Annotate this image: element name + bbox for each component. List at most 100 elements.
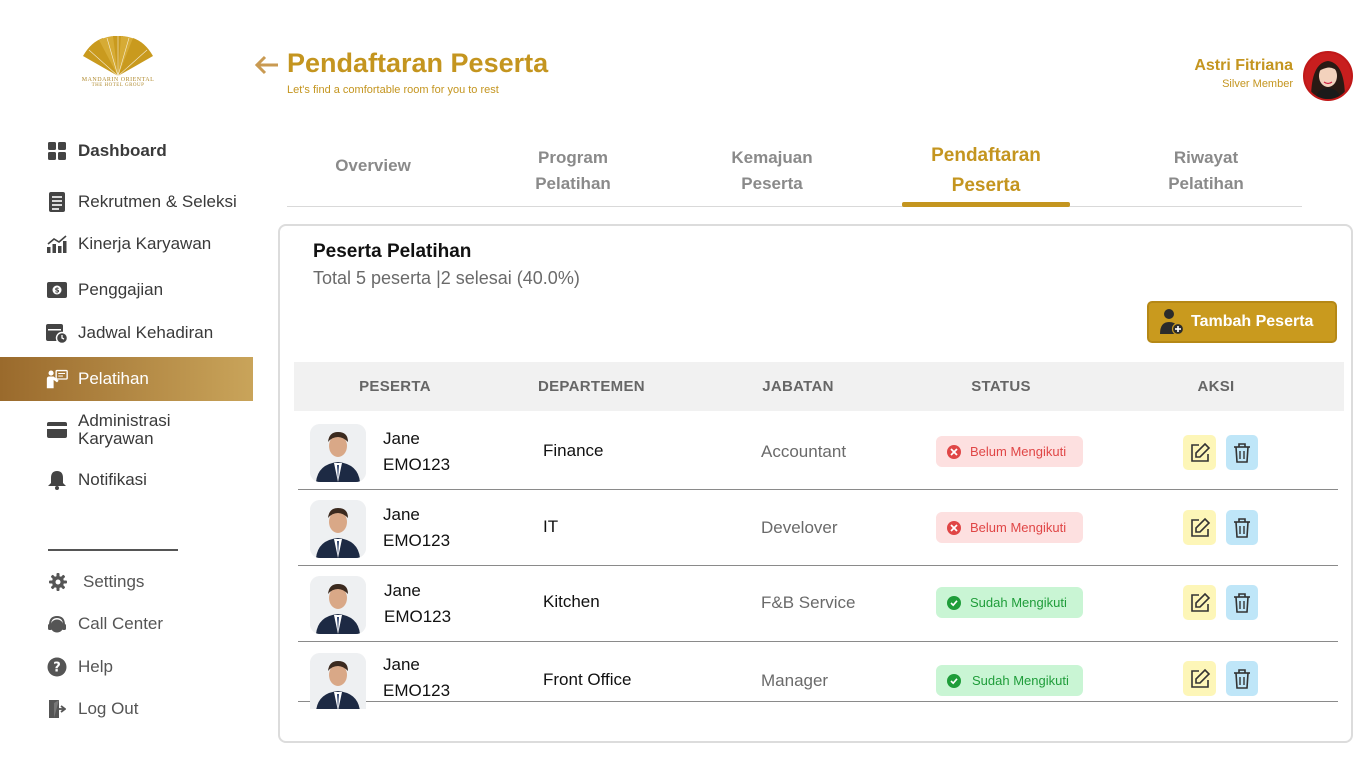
edit-button[interactable] (1183, 661, 1216, 696)
sidebar-item-label: Dashboard (78, 141, 167, 160)
trash-icon (1234, 592, 1250, 613)
fan-logo-icon (83, 36, 153, 76)
tab-overview[interactable]: Overview (309, 153, 437, 179)
delete-button[interactable] (1226, 435, 1258, 470)
add-participant-button[interactable]: Tambah Peserta (1147, 301, 1337, 343)
tab-label: Pendaftaran (931, 145, 1041, 166)
sidebar-item-call-center[interactable]: Call Center (0, 612, 253, 636)
tab-label: Pelatihan (1168, 174, 1244, 193)
sidebar-item-label: Call Center (78, 614, 164, 633)
gear-icon (47, 571, 69, 593)
participant-name: Jane EMO123 (383, 426, 450, 478)
calendar-clock-icon (46, 322, 68, 344)
participant-position: F&B Service (761, 593, 856, 612)
tab-label: Riwayat (1173, 148, 1239, 167)
sidebar-item-jadwal[interactable]: Jadwal Kehadiran (0, 321, 253, 345)
participant-id: EMO123 (383, 455, 451, 474)
tab-label: Program (538, 148, 608, 167)
sidebar-item-label: Notifikasi (78, 470, 147, 489)
delete-button[interactable] (1226, 661, 1258, 696)
edit-icon (1190, 668, 1210, 688)
tab-kemajuan-peserta[interactable]: Kemajuan Peserta (707, 145, 837, 197)
sidebar-item-label: Help (78, 657, 113, 676)
payroll-icon: $ (46, 279, 68, 301)
sidebar-item-rekrutmen[interactable]: Rekrutmen & Seleksi (0, 190, 253, 214)
participant-name: Jane EMO123 (383, 652, 450, 704)
headset-icon (46, 613, 68, 635)
status-badge: Sudah Mengikuti (936, 665, 1083, 696)
logout-icon (46, 698, 68, 720)
sidebar-item-label: Penggajian (78, 280, 164, 299)
tab-label: Pelatihan (535, 174, 611, 193)
participant-photo (310, 576, 366, 634)
status-badge: Sudah Mengikuti (936, 587, 1083, 618)
sidebar-item-notifikasi[interactable]: Notifikasi (0, 468, 253, 492)
page-subtitle: Let's find a comfortable room for you to… (287, 84, 499, 96)
tab-label: Peserta (951, 175, 1021, 196)
user-avatar[interactable] (1303, 51, 1353, 101)
chart-icon (46, 233, 68, 255)
bell-icon (46, 469, 68, 491)
sidebar-item-label: Settings (83, 572, 145, 591)
sidebar-item-label: Administrasi Karyawan (78, 411, 171, 448)
sidebar-item-penggajian[interactable]: $ Penggajian (0, 278, 253, 302)
participant-name: Jane EMO123 (383, 502, 450, 554)
edit-button[interactable] (1183, 435, 1216, 470)
column-header-departemen: DEPARTEMEN (538, 378, 645, 395)
dashboard-icon (46, 140, 68, 162)
column-header-jabatan: JABATAN (762, 378, 834, 395)
delete-button[interactable] (1226, 510, 1258, 545)
participant-first-name: Jane (383, 505, 420, 524)
back-arrow-icon[interactable] (253, 52, 281, 76)
sidebar-item-help[interactable]: ? Help (0, 655, 253, 679)
sidebar-divider (48, 549, 178, 551)
svg-text:?: ? (53, 661, 61, 676)
tab-riwayat-pelatihan[interactable]: Riwayat Pelatihan (1139, 145, 1273, 197)
status-text: Sudah Mengikuti (970, 595, 1067, 610)
check-circle-icon (947, 595, 961, 610)
trash-icon (1234, 442, 1250, 463)
check-circle-icon (947, 673, 961, 688)
tab-program-pelatihan[interactable]: Program Pelatihan (507, 145, 639, 197)
sidebar-item-pelatihan[interactable]: Pelatihan (0, 357, 253, 401)
close-circle-icon (947, 444, 961, 459)
brand-logo: MANDARIN ORIENTAL THE HOTEL GROUP (78, 36, 158, 98)
brand-tagline: THE HOTEL GROUP (91, 83, 145, 88)
delete-button[interactable] (1226, 585, 1258, 620)
edit-button[interactable] (1183, 585, 1216, 620)
add-participant-label: Tambah Peserta (1191, 313, 1314, 330)
svg-text:$: $ (55, 287, 60, 295)
sidebar-item-kinerja[interactable]: Kinerja Karyawan (0, 232, 253, 256)
sidebar-item-administrasi[interactable]: Administrasi Karyawan (0, 411, 253, 449)
table-row: Jane EMO123 IT Develover Belum Mengikuti (298, 490, 1338, 566)
participant-first-name: Jane (384, 581, 421, 600)
participant-photo (310, 500, 366, 558)
participant-first-name: Jane (383, 655, 420, 674)
card-summary: Total 5 peserta |2 selesai (40.0%) (313, 268, 580, 288)
card-title: Peserta Pelatihan (313, 241, 472, 262)
tab-pendaftaran-peserta[interactable]: Pendaftaran Peserta (902, 141, 1070, 201)
table-row: Jane EMO123 Front Office Manager Sudah M… (298, 643, 1338, 709)
participant-photo (310, 424, 366, 482)
participant-id: EMO123 (384, 607, 452, 626)
help-icon: ? (46, 656, 68, 678)
active-tab-indicator (902, 202, 1070, 207)
sidebar-item-label: Jadwal Kehadiran (78, 323, 214, 342)
sidebar-item-dashboard[interactable]: Dashboard (0, 139, 253, 163)
user-tier: Silver Member (1222, 78, 1293, 90)
status-text: Sudah Mengikuti (972, 673, 1069, 688)
participant-position: Develover (761, 518, 838, 537)
sidebar-item-logout[interactable]: Log Out (0, 697, 253, 721)
participant-department: Front Office (543, 670, 632, 689)
sidebar-item-settings[interactable]: Settings (0, 570, 253, 594)
card-icon (46, 419, 68, 441)
participant-photo (310, 653, 366, 709)
page-title: Pendaftaran Peserta (287, 48, 549, 78)
add-user-icon (1159, 308, 1185, 336)
sidebar-item-label: Log Out (78, 699, 139, 718)
edit-button[interactable] (1183, 510, 1216, 545)
edit-icon (1190, 517, 1210, 537)
participant-department: Kitchen (543, 592, 600, 611)
trash-icon (1234, 517, 1250, 538)
table-header: PESERTA DEPARTEMEN JABATAN STATUS AKSI (294, 362, 1344, 411)
